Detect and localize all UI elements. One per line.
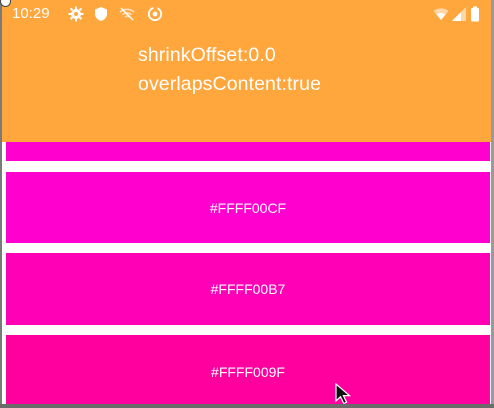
color-tile[interactable]: #FFFF00B7	[6, 253, 490, 325]
signal-icon	[451, 6, 467, 22]
overlaps-content-text: overlapsContent:true	[138, 73, 322, 95]
shield-icon	[93, 6, 109, 22]
color-tile-partial[interactable]	[6, 140, 490, 161]
window-frame-bottom	[0, 404, 494, 408]
color-tile[interactable]: #FFFF00CF	[6, 172, 490, 243]
shrink-offset-text: shrinkOffset:0.0	[138, 44, 276, 66]
color-tile[interactable]: #FFFF009F	[6, 335, 490, 408]
sync-icon	[147, 6, 163, 22]
mouse-pointer-icon	[335, 383, 352, 405]
tile-label: #FFFF009F	[211, 363, 285, 380]
battery-icon	[470, 6, 480, 22]
tile-label: #FFFF00CF	[209, 199, 287, 216]
gear-icon	[68, 6, 84, 22]
tile-label: #FFFF00B7	[210, 281, 286, 297]
status-time: 10:29	[12, 5, 50, 22]
window-frame-left	[0, 0, 2, 408]
sliver-app-bar: 10:29 shrinkOffset:0.0 overlapsContent:t…	[0, 0, 494, 142]
status-bar: 10:29	[0, 0, 494, 28]
wifi-off-icon	[119, 6, 135, 22]
wifi-icon	[433, 6, 449, 22]
